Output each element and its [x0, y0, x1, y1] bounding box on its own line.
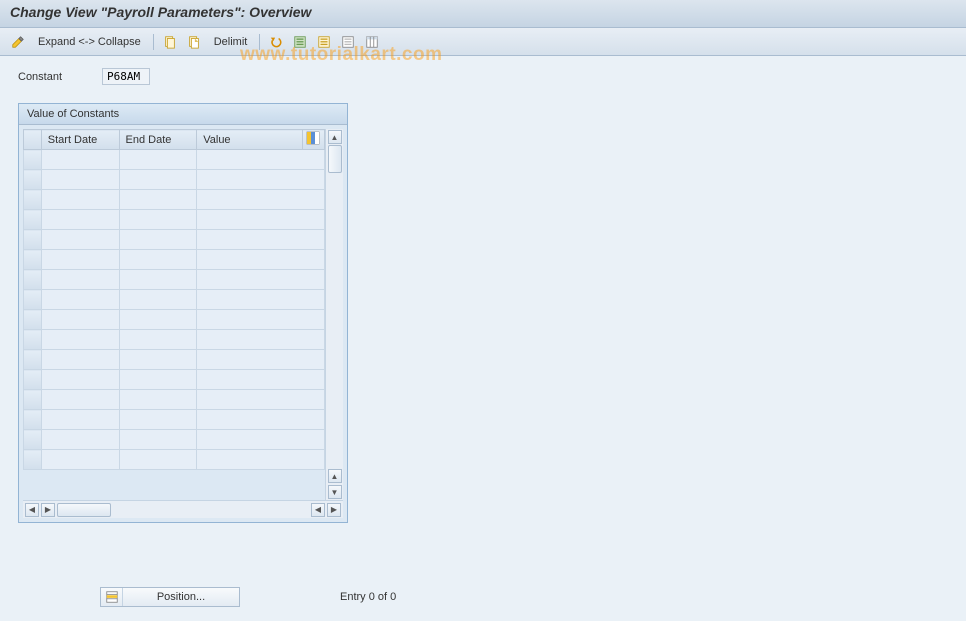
footer: Position... Entry 0 of 0 [100, 587, 396, 607]
expand-collapse-button[interactable]: Expand <-> Collapse [32, 32, 147, 52]
scroll-up-button[interactable]: ▲ [328, 130, 342, 144]
entry-count-text: Entry 0 of 0 [340, 591, 396, 603]
table-row[interactable] [24, 190, 325, 210]
new-entries-button[interactable] [160, 32, 180, 52]
delimit-label: Delimit [214, 36, 248, 48]
scroll-left-button[interactable]: ◀ [25, 503, 39, 517]
row-selector-header[interactable] [24, 130, 42, 150]
table-row[interactable] [24, 370, 325, 390]
select-block-icon [317, 35, 331, 49]
position-label: Position... [123, 591, 239, 603]
document-new-icon [163, 35, 177, 49]
table-row[interactable] [24, 290, 325, 310]
table-row[interactable] [24, 410, 325, 430]
value-of-constants-panel: Value of Constants Start Date End Date V… [18, 103, 348, 523]
table-row[interactable] [24, 150, 325, 170]
table-row[interactable] [24, 170, 325, 190]
position-icon [105, 590, 119, 604]
constant-value[interactable]: P68AM [102, 68, 150, 85]
horizontal-scrollbar[interactable]: ◀ ▶ ◀ ▶ [23, 500, 343, 518]
table-wrap: Start Date End Date Value [23, 129, 343, 500]
table-row[interactable] [24, 230, 325, 250]
select-all-icon [293, 35, 307, 49]
select-block-button[interactable] [314, 32, 334, 52]
position-icon-slot [101, 588, 123, 606]
pencil-toggle-icon [11, 35, 25, 49]
scroll-down-button[interactable]: ▼ [328, 485, 342, 499]
table-settings-button[interactable] [362, 32, 382, 52]
delimit-button[interactable]: Delimit [208, 32, 254, 52]
deselect-all-button[interactable] [338, 32, 358, 52]
scroll-track-vertical[interactable] [328, 173, 342, 468]
table-area: Start Date End Date Value [23, 129, 325, 500]
scroll-left-end-button[interactable]: ◀ [311, 503, 325, 517]
table-row[interactable] [24, 330, 325, 350]
vertical-scrollbar[interactable]: ▲ ▲ ▼ [325, 129, 343, 500]
constant-field-row: Constant P68AM [18, 68, 948, 85]
undo-button[interactable] [266, 32, 286, 52]
col-start-date[interactable]: Start Date [41, 130, 119, 150]
scroll-up-step-button[interactable]: ▲ [328, 469, 342, 483]
toolbar-separator [153, 34, 154, 50]
undo-icon [269, 35, 283, 49]
toolbar: Expand <-> Collapse Delimit [0, 28, 966, 56]
constant-label: Constant [18, 71, 62, 83]
table-row[interactable] [24, 250, 325, 270]
toggle-edit-button[interactable] [8, 32, 28, 52]
constants-table: Start Date End Date Value [23, 129, 325, 470]
select-all-button[interactable] [290, 32, 310, 52]
col-end-date[interactable]: End Date [119, 130, 197, 150]
position-button[interactable]: Position... [100, 587, 240, 607]
scroll-right-button[interactable]: ▶ [327, 503, 341, 517]
copy-button[interactable] [184, 32, 204, 52]
page-title: Change View "Payroll Parameters": Overvi… [10, 4, 956, 20]
content-area: Constant P68AM Value of Constants Start … [0, 56, 966, 621]
deselect-all-icon [341, 35, 355, 49]
document-copy-icon [187, 35, 201, 49]
table-settings-icon [365, 35, 379, 49]
table-row[interactable] [24, 210, 325, 230]
table-row[interactable] [24, 350, 325, 370]
column-config-icon [306, 131, 320, 145]
panel-title: Value of Constants [19, 104, 347, 125]
table-row[interactable] [24, 390, 325, 410]
scroll-right-step-button[interactable]: ▶ [41, 503, 55, 517]
table-row[interactable] [24, 450, 325, 470]
title-bar: Change View "Payroll Parameters": Overvi… [0, 0, 966, 28]
table-row[interactable] [24, 310, 325, 330]
table-body [24, 150, 325, 470]
scroll-thumb-horizontal[interactable] [57, 503, 111, 517]
panel-body: Start Date End Date Value [19, 125, 347, 522]
table-row[interactable] [24, 270, 325, 290]
table-row[interactable] [24, 430, 325, 450]
column-config-button[interactable] [302, 130, 324, 150]
toolbar-separator [259, 34, 260, 50]
col-value[interactable]: Value [197, 130, 303, 150]
expand-collapse-label: Expand <-> Collapse [38, 36, 141, 48]
scroll-thumb-vertical[interactable] [328, 145, 342, 173]
